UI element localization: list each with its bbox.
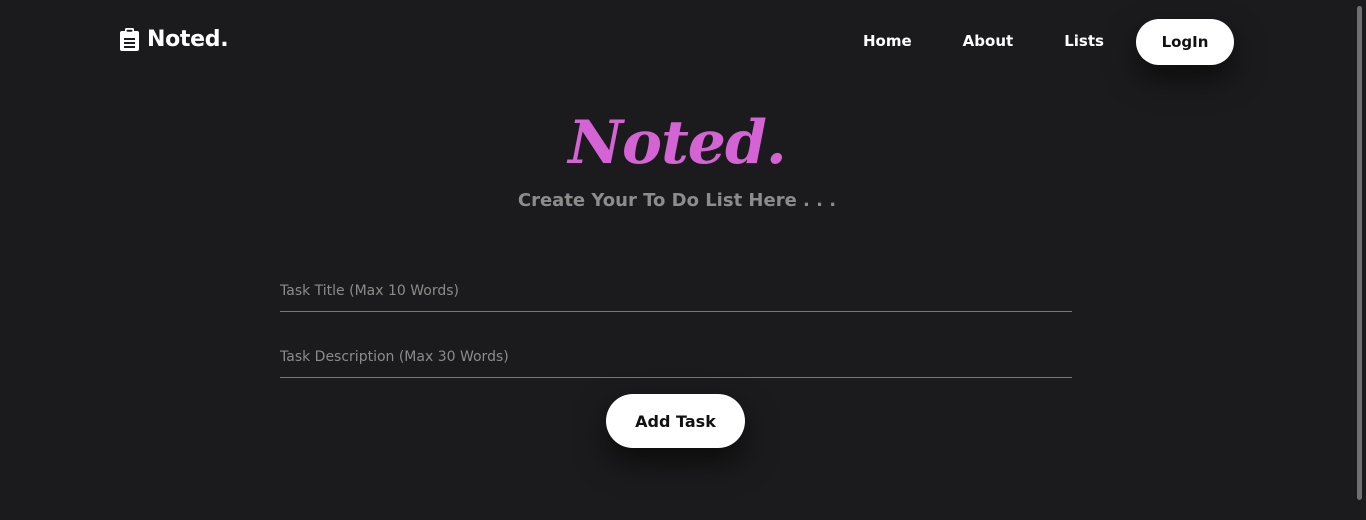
hero-title: Noted. — [568, 108, 787, 178]
scrollbar[interactable] — [1354, 0, 1366, 520]
login-button[interactable]: LogIn — [1136, 19, 1234, 65]
task-title-field — [280, 270, 1072, 312]
nav-link-lists[interactable]: Lists — [1064, 32, 1104, 50]
navbar: Noted. Home About Lists LogIn — [0, 0, 1354, 84]
brand-name: Noted. — [147, 27, 229, 52]
hero-subtitle: Create Your To Do List Here . . . — [517, 190, 837, 211]
nav-link-about[interactable]: About — [963, 32, 1014, 50]
clipboard-list-icon — [120, 28, 139, 51]
task-description-field — [280, 336, 1072, 378]
page: Noted. Home About Lists LogIn Noted. Cre… — [0, 0, 1366, 520]
scrollbar-thumb[interactable] — [1357, 6, 1362, 500]
brand-logo[interactable]: Noted. — [120, 27, 229, 52]
task-title-input[interactable] — [280, 282, 1072, 299]
nav-links: Home About Lists — [863, 32, 1104, 50]
add-task-button[interactable]: Add Task — [606, 394, 745, 448]
task-description-input[interactable] — [280, 348, 1072, 365]
task-form — [280, 270, 1072, 378]
nav-link-home[interactable]: Home — [863, 32, 912, 50]
